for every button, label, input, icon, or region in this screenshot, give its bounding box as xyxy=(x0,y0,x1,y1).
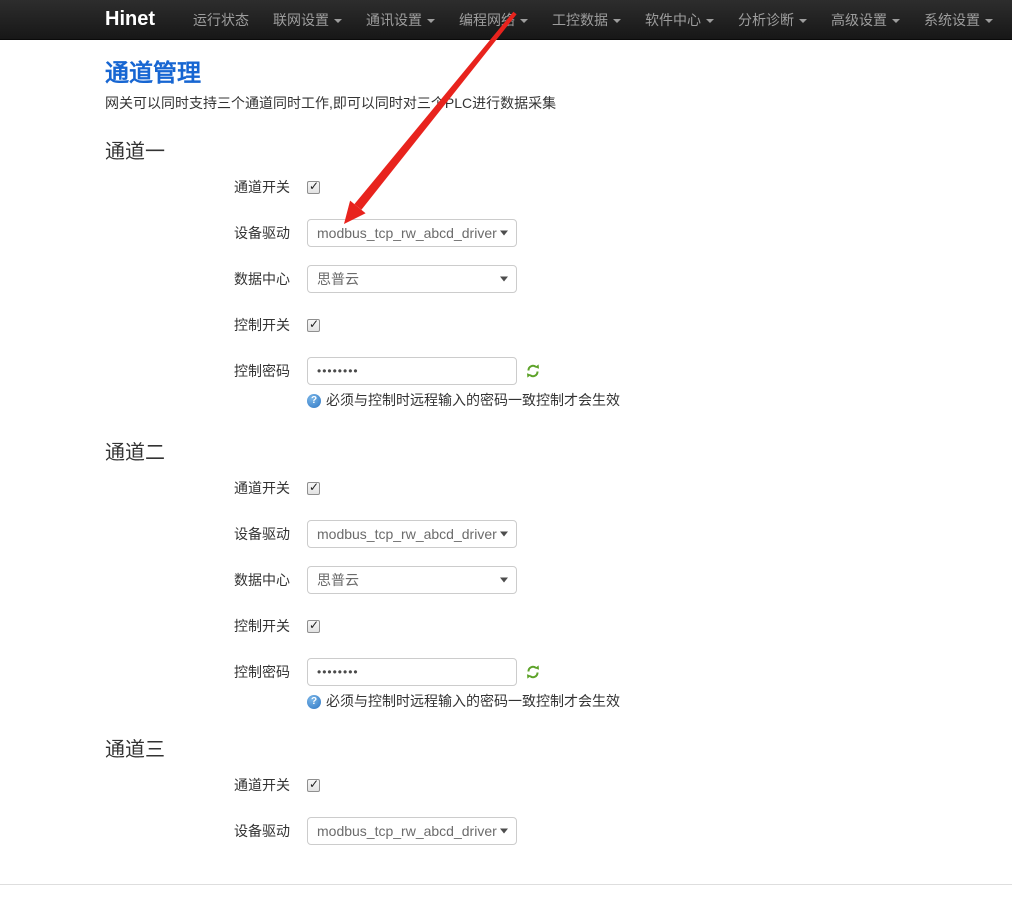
nav-item-programming-network[interactable]: 编程网络 xyxy=(447,0,540,40)
control-switch-label: 控制开关 xyxy=(105,311,307,339)
nav-item-network-settings[interactable]: 联网设置 xyxy=(261,0,354,40)
channel-switch-label: 通道开关 xyxy=(105,771,307,799)
page-subtitle: 网关可以同时支持三个通道同时工作,即可以同时对三个PLC进行数据采集 xyxy=(105,94,992,113)
channel-switch-checkbox[interactable] xyxy=(307,482,320,495)
data-center-select[interactable]: 思普云 xyxy=(307,265,517,293)
nav-item-system-settings[interactable]: 系统设置 xyxy=(912,0,1005,40)
refresh-icon[interactable] xyxy=(525,363,541,379)
caret-down-icon xyxy=(799,19,807,23)
channel-switch-row: 通道开关 xyxy=(105,771,992,799)
caret-down-icon xyxy=(706,19,714,23)
control-password-label: 控制密码 xyxy=(105,658,307,686)
data-center-select[interactable]: 思普云 xyxy=(307,566,517,594)
channel-2-section: 通道二 通道开关 设备驱动 modbus_tcp_rw_abcd_driver … xyxy=(105,440,992,711)
device-driver-label: 设备驱动 xyxy=(105,817,307,845)
channel-switch-checkbox[interactable] xyxy=(307,779,320,792)
control-switch-row: 控制开关 xyxy=(105,311,992,339)
password-help: ? 必须与控制时远程输入的密码一致控制才会生效 xyxy=(307,391,620,410)
nav-item-software-center[interactable]: 软件中心 xyxy=(633,0,726,40)
channel-switch-label: 通道开关 xyxy=(105,474,307,502)
caret-down-icon xyxy=(613,19,621,23)
nav-item-analysis-diagnosis[interactable]: 分析诊断 xyxy=(726,0,819,40)
control-password-input[interactable] xyxy=(307,658,517,686)
select-caret-icon xyxy=(500,532,508,537)
control-password-label: 控制密码 xyxy=(105,357,307,385)
control-switch-label: 控制开关 xyxy=(105,612,307,640)
help-icon: ? xyxy=(307,695,321,709)
data-center-row: 数据中心 思普云 xyxy=(105,265,992,293)
control-switch-row: 控制开关 xyxy=(105,612,992,640)
control-switch-checkbox[interactable] xyxy=(307,620,320,633)
caret-down-icon xyxy=(427,19,435,23)
help-icon: ? xyxy=(307,394,321,408)
caret-down-icon xyxy=(520,19,528,23)
channel-switch-checkbox[interactable] xyxy=(307,181,320,194)
main-content: 通道管理 网关可以同时支持三个通道同时工作,即可以同时对三个PLC进行数据采集 … xyxy=(105,60,1012,845)
refresh-icon[interactable] xyxy=(525,664,541,680)
control-password-row: 控制密码 ? 必须与控制时远程输入的密码一致控制才会生 xyxy=(105,357,992,410)
nav-item-logout[interactable]: 退出 xyxy=(1005,0,1012,40)
device-driver-label: 设备驱动 xyxy=(105,219,307,247)
password-help-text: 必须与控制时远程输入的密码一致控制才会生效 xyxy=(326,692,620,711)
channel-2-title: 通道二 xyxy=(105,440,992,466)
device-driver-select[interactable]: modbus_tcp_rw_abcd_driver xyxy=(307,219,517,247)
password-help-text: 必须与控制时远程输入的密码一致控制才会生效 xyxy=(326,391,620,410)
device-driver-select[interactable]: modbus_tcp_rw_abcd_driver xyxy=(307,520,517,548)
device-driver-row: 设备驱动 modbus_tcp_rw_abcd_driver xyxy=(105,520,992,548)
nav-item-run-status[interactable]: 运行状态 xyxy=(181,0,261,40)
data-center-label: 数据中心 xyxy=(105,566,307,594)
channel-3-title: 通道三 xyxy=(105,737,992,763)
channel-3-section: 通道三 通道开关 设备驱动 modbus_tcp_rw_abcd_driver xyxy=(105,737,992,845)
channel-switch-label: 通道开关 xyxy=(105,173,307,201)
device-driver-row: 设备驱动 modbus_tcp_rw_abcd_driver xyxy=(105,219,992,247)
data-center-label: 数据中心 xyxy=(105,265,307,293)
device-driver-label: 设备驱动 xyxy=(105,520,307,548)
viewport-bottom-divider xyxy=(0,884,1012,885)
nav-item-comm-settings[interactable]: 通讯设置 xyxy=(354,0,447,40)
select-caret-icon xyxy=(500,277,508,282)
channel-switch-row: 通道开关 xyxy=(105,474,992,502)
select-caret-icon xyxy=(500,829,508,834)
control-password-input[interactable] xyxy=(307,357,517,385)
device-driver-row: 设备驱动 modbus_tcp_rw_abcd_driver xyxy=(105,817,992,845)
data-center-row: 数据中心 思普云 xyxy=(105,566,992,594)
nav-item-industrial-data[interactable]: 工控数据 xyxy=(540,0,633,40)
channel-1-title: 通道一 xyxy=(105,139,992,165)
caret-down-icon xyxy=(892,19,900,23)
control-password-row: 控制密码 ? 必须与控制时远程输入的密码一致控制才会生 xyxy=(105,658,992,711)
channel-1-section: 通道一 通道开关 设备驱动 modbus_tcp_rw_abcd_driver … xyxy=(105,139,992,410)
password-help: ? 必须与控制时远程输入的密码一致控制才会生效 xyxy=(307,692,620,711)
nav-item-advanced-settings[interactable]: 高级设置 xyxy=(819,0,912,40)
brand-logo[interactable]: Hinet xyxy=(105,8,155,31)
top-navbar: Hinet 运行状态 联网设置 通讯设置 编程网络 工控数据 软件中心 分析诊断… xyxy=(0,0,1012,40)
page-title: 通道管理 xyxy=(105,60,992,88)
caret-down-icon xyxy=(334,19,342,23)
caret-down-icon xyxy=(985,19,993,23)
device-driver-select[interactable]: modbus_tcp_rw_abcd_driver xyxy=(307,817,517,845)
select-caret-icon xyxy=(500,231,508,236)
channel-switch-row: 通道开关 xyxy=(105,173,992,201)
control-switch-checkbox[interactable] xyxy=(307,319,320,332)
select-caret-icon xyxy=(500,578,508,583)
